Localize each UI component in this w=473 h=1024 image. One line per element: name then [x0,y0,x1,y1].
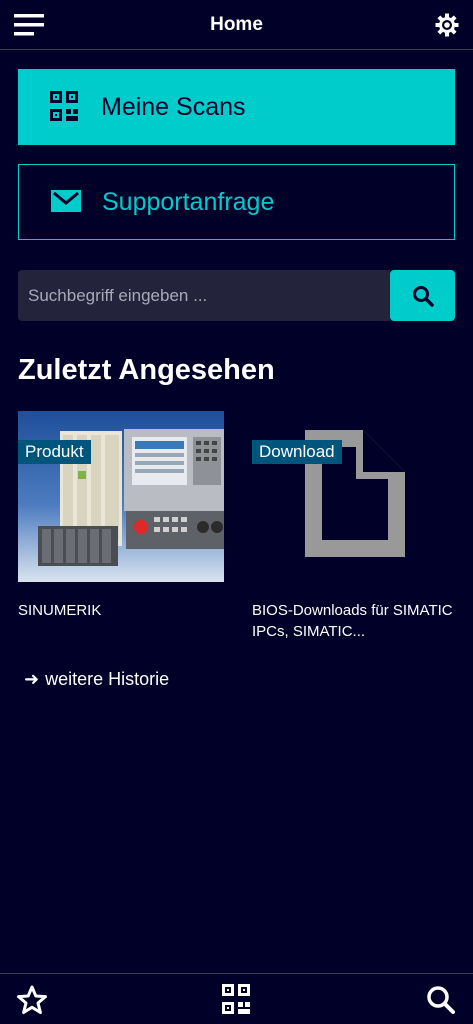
my-scans-button[interactable]: Meine Scans [18,69,455,145]
recent-item-card[interactable]: Produkt SINUMERIK [18,411,224,621]
star-icon[interactable] [16,984,48,1016]
search-icon[interactable] [425,984,457,1016]
my-scans-label: Meine Scans [101,93,246,121]
qr-code-icon[interactable] [221,984,253,1016]
download-badge: Download [252,440,342,464]
qr-code-icon [50,91,78,121]
document-icon: Download [252,411,458,582]
page-title: Home [210,14,263,35]
bottom-navigation [0,973,473,1024]
support-request-label: Supportanfrage [102,188,275,216]
recently-viewed-title: Zuletzt Angesehen [18,354,275,386]
recent-item-card[interactable]: Download BIOS-Downloads für SIMATIC IPCs… [252,411,462,642]
arrow-right-icon: ➜ [24,669,40,689]
search-bar [18,270,455,321]
app-header: Home [0,0,473,50]
search-input[interactable] [18,270,390,321]
cnc-product-image: Produkt [18,411,224,582]
search-button[interactable] [390,270,455,321]
search-icon [413,286,434,307]
recent-item-title: BIOS-Downloads für SIMATIC IPCs, SIMATIC… [252,602,453,640]
more-history-link[interactable]: ➜ weitere Historie [24,669,169,690]
recent-item-title: SINUMERIK [18,602,102,619]
support-request-button[interactable]: Supportanfrage [18,164,455,240]
more-history-label: weitere Historie [45,669,170,689]
envelope-icon [51,190,81,212]
gear-icon[interactable] [435,13,459,37]
product-badge: Produkt [18,440,91,464]
